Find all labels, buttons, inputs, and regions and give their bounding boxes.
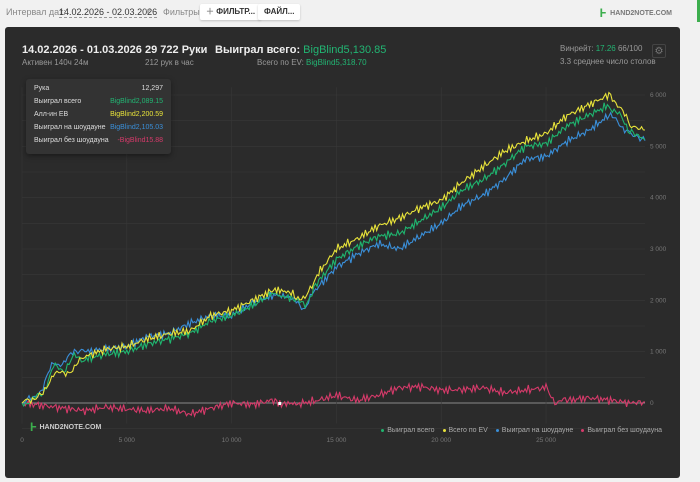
y-tick-label: 1 000 bbox=[650, 349, 667, 356]
y-tick-label: 0 bbox=[650, 400, 654, 407]
tooltip-row: Выиграл на шоудауне BigBlind2,105.03 bbox=[34, 124, 163, 137]
x-tick-label: 10 000 bbox=[222, 437, 242, 444]
tooltip-label: Рука bbox=[34, 85, 50, 92]
y-tick-label: 5 000 bbox=[650, 143, 667, 150]
tooltip: Рука 12,297 Выиграл всего BigBlind2,089.15 А… bbox=[26, 79, 171, 154]
tooltip-label: Выиграл на шоудауне bbox=[34, 124, 106, 131]
chart: 0 5 000 10 000 15 000 20 000 25 000 0 1 000 2 00… bbox=[20, 87, 667, 444]
x-tick-label: 0 bbox=[20, 437, 24, 444]
legend-label: Выиграл на шоудауне bbox=[501, 427, 574, 434]
legend-label: Всего по EV bbox=[448, 427, 488, 434]
tooltip-row: Выиграл всего BigBlind2,089.15 bbox=[34, 98, 163, 111]
legend-dot-icon bbox=[581, 428, 585, 432]
watermark-text: HAND2NOTE.COM bbox=[39, 423, 102, 431]
legend: Выиграл всего Всего по EV Выиграл на шоуда… bbox=[381, 427, 662, 434]
tooltip-value: BigBlind2,200.59 bbox=[110, 111, 163, 118]
tooltip-value: BigBlind2,089.15 bbox=[110, 98, 163, 105]
series-line bbox=[21, 381, 646, 418]
tooltip-row: Алл-ин EB BigBlind2,200.59 bbox=[34, 111, 163, 124]
x-tick-label: 20 000 bbox=[431, 437, 451, 444]
tooltip-value: -BigBlind15.88 bbox=[117, 137, 163, 144]
y-tick-label: 6 000 bbox=[650, 92, 667, 99]
hover-marker bbox=[278, 402, 282, 405]
tooltip-label: Выиграл всего bbox=[34, 98, 82, 105]
x-tick-label: 5 000 bbox=[119, 437, 136, 444]
legend-item[interactable]: Выиграл всего bbox=[381, 427, 435, 434]
tooltip-value: BigBlind2,105.03 bbox=[110, 124, 163, 131]
legend-item[interactable]: Выиграл на шоудауне bbox=[495, 427, 574, 434]
legend-label: Выиграл всего bbox=[387, 427, 435, 434]
watermark: Ⱶ HAND2NOTE.COM bbox=[30, 420, 101, 434]
legend-item[interactable]: Выиграл без шоудауна bbox=[581, 427, 662, 434]
tooltip-label: Выиграл без шоудауна bbox=[34, 137, 109, 144]
legend-item[interactable]: Всего по EV bbox=[442, 427, 488, 434]
legend-dot-icon bbox=[442, 428, 446, 432]
y-tick-label: 2 000 bbox=[650, 297, 667, 304]
legend-dot-icon bbox=[495, 428, 499, 432]
tooltip-label: Алл-ин EB bbox=[34, 111, 69, 118]
legend-dot-icon bbox=[381, 428, 385, 432]
x-tick-label: 15 000 bbox=[326, 437, 346, 444]
legend-label: Выиграл без шоудауна bbox=[587, 427, 662, 434]
tooltip-value: 12,297 bbox=[141, 85, 163, 92]
tooltip-row: Выиграл без шоудауна -BigBlind15.88 bbox=[34, 137, 163, 150]
watermark-icon: Ⱶ bbox=[30, 420, 37, 434]
y-tick-label: 3 000 bbox=[650, 246, 667, 253]
series-line bbox=[22, 111, 646, 404]
x-tick-label: 25 000 bbox=[536, 437, 556, 444]
y-tick-label: 4 000 bbox=[650, 195, 667, 202]
tooltip-row: Рука 12,297 bbox=[34, 85, 163, 98]
